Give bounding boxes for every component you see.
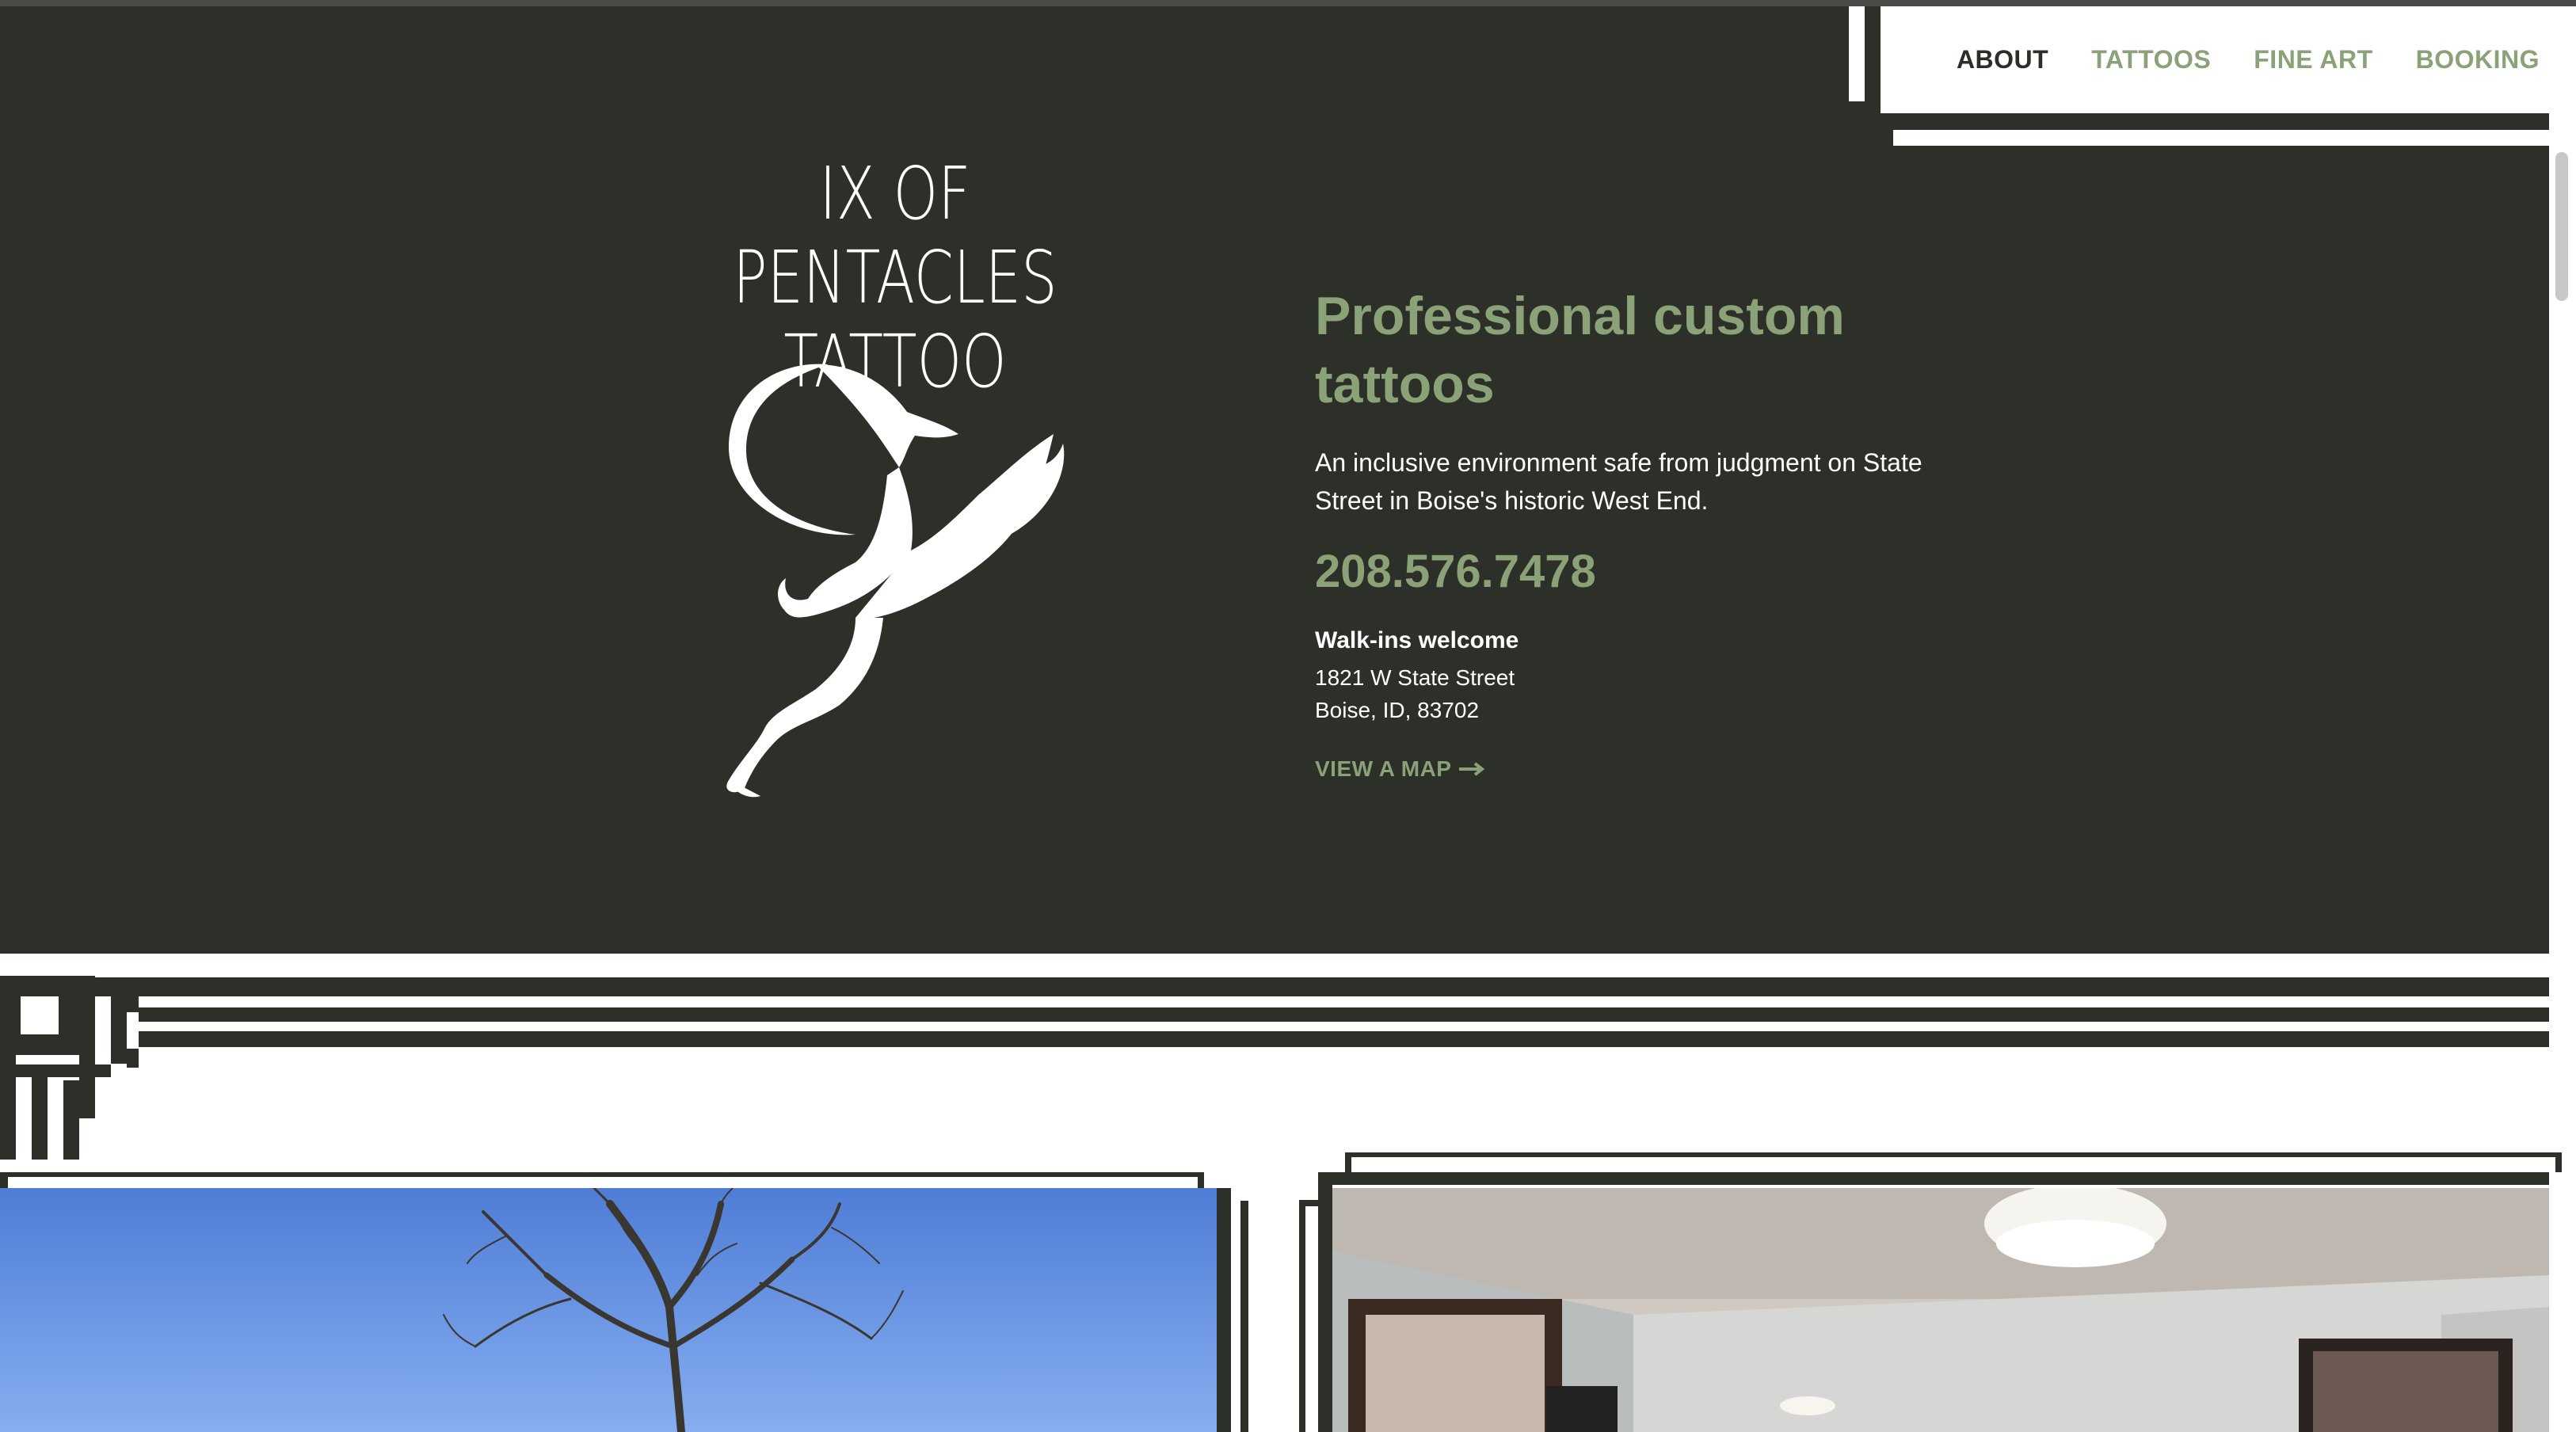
logo-line-1: IX OF PENTACLES xyxy=(733,151,1057,320)
nav-about[interactable]: ABOUT xyxy=(1957,45,2048,74)
nav-deco-post xyxy=(1849,6,1865,101)
hero-section xyxy=(0,6,2549,954)
phone-link[interactable]: 208.576.7478 xyxy=(1315,545,1596,598)
nav-deco-underline xyxy=(1893,130,2576,146)
scrollbar-thumb[interactable] xyxy=(2555,152,2568,301)
hero-headline: Professional custom tattoos xyxy=(1315,286,1845,414)
view-map-label: VIEW A MAP xyxy=(1315,756,1452,781)
main-nav: ABOUT TATTOOS FINE ART BOOKING xyxy=(1881,6,2576,113)
nav-booking[interactable]: BOOKING xyxy=(2416,45,2540,74)
arrow-right-icon xyxy=(1459,762,1485,776)
browser-top-edge xyxy=(0,0,2576,6)
art-deco-divider xyxy=(0,976,2549,1160)
view-map-link[interactable]: VIEW A MAP xyxy=(1315,756,1486,782)
nav-fine-art[interactable]: FINE ART xyxy=(2254,45,2372,74)
leaping-ibex-logo-icon xyxy=(726,364,1065,798)
walkins-label: Walk-ins welcome xyxy=(1315,627,1519,653)
nav-tattoos[interactable]: TATTOOS xyxy=(2091,45,2211,74)
address-line-1: 1821 W State Street xyxy=(1315,665,1515,690)
storefront-photo xyxy=(0,1188,1217,1432)
hero-intro: An inclusive environment safe from judgm… xyxy=(1315,448,1922,515)
studio-interior-photo xyxy=(1332,1188,2549,1432)
address-line-2: Boise, ID, 83702 xyxy=(1315,698,1480,722)
